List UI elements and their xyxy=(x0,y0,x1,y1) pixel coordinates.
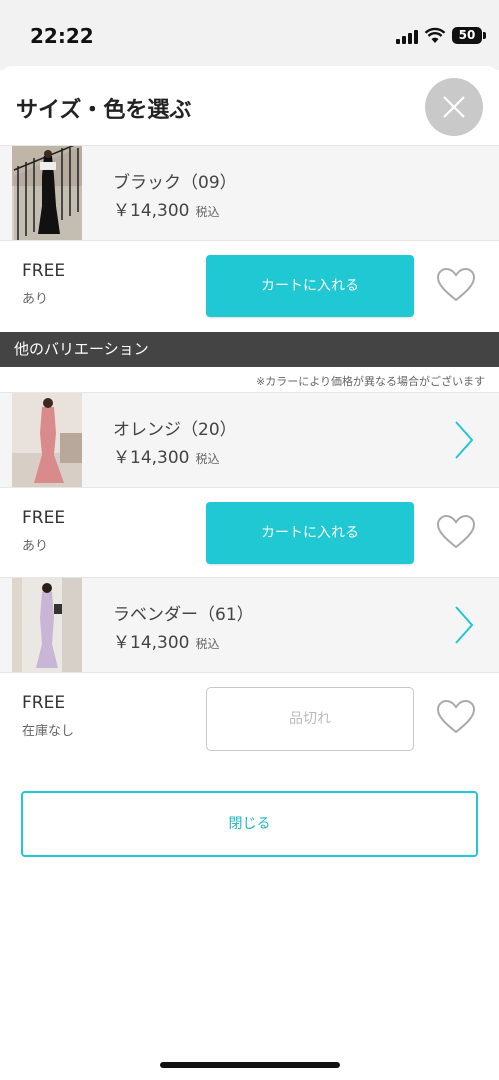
tax-label: 税込 xyxy=(195,452,220,466)
product-image-lavender xyxy=(12,578,82,672)
chevron-right-icon[interactable] xyxy=(452,604,476,646)
product-name-black: ブラック（09） xyxy=(113,173,237,193)
product-price-black: ￥14,300 税込 xyxy=(113,196,220,221)
sheet-title: サイズ・色を選ぶ xyxy=(16,98,192,123)
product-name-orange: オレンジ（20） xyxy=(113,420,237,440)
size-label: FREE xyxy=(22,508,66,528)
variations-header: 他のバリエーション xyxy=(0,332,499,367)
add-to-cart-button-black[interactable]: カートに入れる xyxy=(206,255,414,317)
price-value: ￥14,300 xyxy=(113,633,190,653)
chevron-right-icon[interactable] xyxy=(452,419,476,461)
product-row-orange[interactable]: オレンジ（20） ￥14,300 税込 xyxy=(0,392,499,488)
product-price-orange: ￥14,300 税込 xyxy=(113,443,220,468)
close-sheet-button[interactable] xyxy=(425,78,483,136)
home-indicator[interactable] xyxy=(160,1062,340,1068)
size-row-lavender: FREE 在庫なし 品切れ xyxy=(0,673,499,763)
favorite-heart-icon[interactable] xyxy=(436,699,476,735)
tax-label: 税込 xyxy=(195,205,220,219)
status-time: 22:22 xyxy=(30,24,94,48)
stock-status: 在庫なし xyxy=(22,724,75,739)
product-row-lavender[interactable]: ラベンダー（61） ￥14,300 税込 xyxy=(0,577,499,673)
close-button[interactable]: 閉じる xyxy=(21,791,478,857)
wifi-icon xyxy=(424,27,446,43)
battery-icon: 50 xyxy=(452,27,486,44)
product-row-black: ブラック（09） ￥14,300 税込 xyxy=(0,145,499,241)
close-icon xyxy=(443,96,465,118)
price-value: ￥14,300 xyxy=(113,448,190,468)
stock-status: あり xyxy=(22,539,49,554)
sold-out-button-lavender: 品切れ xyxy=(206,687,414,751)
add-to-cart-button-orange[interactable]: カートに入れる xyxy=(206,502,414,564)
product-name-lavender: ラベンダー（61） xyxy=(113,605,254,625)
cellular-signal-icon xyxy=(396,28,418,44)
size-row-black: FREE あり カートに入れる xyxy=(0,241,499,331)
product-image-orange xyxy=(12,393,82,487)
product-price-lavender: ￥14,300 税込 xyxy=(113,628,220,653)
tax-label: 税込 xyxy=(195,637,220,651)
product-image-black xyxy=(12,146,82,240)
favorite-heart-icon[interactable] xyxy=(436,514,476,550)
size-row-orange: FREE あり カートに入れる xyxy=(0,488,499,578)
size-label: FREE xyxy=(22,693,66,713)
price-value: ￥14,300 xyxy=(113,201,190,221)
stock-status: あり xyxy=(22,292,49,307)
price-variation-note: ※カラーにより価格が異なる場合がございます xyxy=(256,375,485,388)
status-bar: 22:22 50 xyxy=(0,0,499,70)
size-label: FREE xyxy=(22,261,66,281)
favorite-heart-icon[interactable] xyxy=(436,267,476,303)
